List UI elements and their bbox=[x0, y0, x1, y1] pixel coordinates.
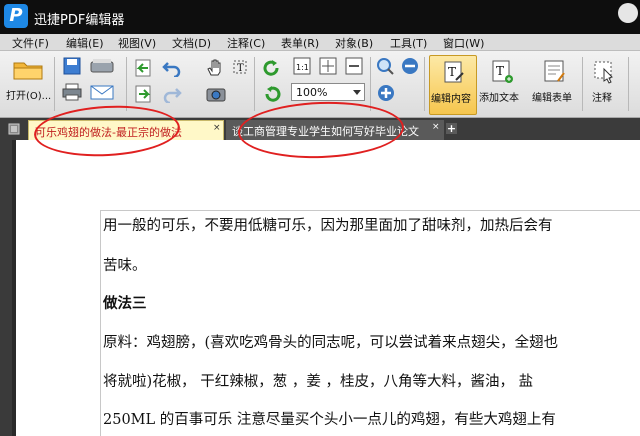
title-bar: P 迅捷PDF编辑器 bbox=[0, 0, 640, 34]
rotate-clockwise-icon[interactable] bbox=[262, 59, 282, 77]
menu-document[interactable]: 文档(D) bbox=[172, 35, 211, 51]
pdf-page[interactable] bbox=[12, 140, 640, 436]
menu-form[interactable]: 表单(R) bbox=[281, 35, 319, 51]
scanner-icon[interactable] bbox=[90, 57, 114, 75]
svg-text:1:1: 1:1 bbox=[296, 63, 309, 72]
chevron-down-icon[interactable] bbox=[353, 90, 361, 95]
edit-content-button[interactable]: T 编辑内容 bbox=[429, 55, 477, 115]
text-block-border bbox=[100, 210, 101, 436]
actual-size-icon[interactable]: 1:1 bbox=[292, 57, 312, 75]
menu-window[interactable]: 窗口(W) bbox=[443, 35, 484, 51]
svg-text:T: T bbox=[237, 63, 244, 74]
fit-width-icon[interactable] bbox=[344, 57, 364, 75]
window-title: 迅捷PDF编辑器 bbox=[34, 13, 125, 28]
edit-form-label[interactable]: 编辑表单 bbox=[532, 89, 572, 104]
close-icon[interactable]: × bbox=[432, 122, 440, 132]
undo-icon[interactable] bbox=[162, 59, 182, 77]
zoom-in-icon[interactable] bbox=[376, 84, 396, 102]
add-text-icon[interactable]: T bbox=[490, 59, 514, 85]
menu-object[interactable]: 对象(B) bbox=[335, 35, 373, 51]
svg-text:T: T bbox=[448, 65, 456, 79]
next-page-icon[interactable] bbox=[134, 85, 154, 103]
text-line[interactable]: 苦味。 bbox=[103, 254, 147, 275]
text-line[interactable]: 将就啦)花椒， 干红辣椒，葱 ，姜 ，桂皮，八角等大料，酱油， 盐 bbox=[103, 370, 533, 391]
edit-form-icon[interactable] bbox=[542, 59, 566, 85]
open-folder-icon[interactable] bbox=[12, 57, 44, 81]
redo-icon[interactable] bbox=[162, 85, 182, 103]
menu-file[interactable]: 文件(F) bbox=[12, 35, 49, 51]
tab-list-icon[interactable] bbox=[8, 123, 20, 135]
menu-view[interactable]: 视图(V) bbox=[118, 35, 156, 51]
section-heading[interactable]: 做法三 bbox=[103, 292, 147, 313]
text-block-border bbox=[100, 210, 640, 211]
annotate-label[interactable]: 注释 bbox=[592, 89, 612, 104]
print-icon[interactable] bbox=[62, 83, 82, 101]
save-icon[interactable] bbox=[62, 57, 82, 75]
zoom-in-magnifier-icon[interactable] bbox=[376, 57, 396, 75]
select-text-icon[interactable]: T bbox=[232, 59, 252, 77]
edit-content-icon: T bbox=[444, 61, 464, 83]
hand-tool-icon[interactable] bbox=[206, 59, 226, 77]
zoom-select[interactable]: 100% bbox=[291, 83, 365, 101]
email-icon[interactable] bbox=[90, 83, 114, 101]
text-line[interactable]: 250ML 的百事可乐 注意尽量买个头小一点儿的鸡翅，有些大鸡翅上有 bbox=[103, 408, 556, 429]
open-button-label[interactable]: 打开(O)... bbox=[6, 87, 51, 102]
svg-text:T: T bbox=[496, 64, 504, 78]
edit-content-label: 编辑内容 bbox=[431, 94, 471, 105]
menu-bar: 文件(F) 编辑(E) 视图(V) 文档(D) 注释(C) 表单(R) 对象(B… bbox=[0, 34, 640, 51]
text-line[interactable]: 原料：鸡翅膀，(喜欢吃鸡骨头的同志呢，可以尝试着来点翅尖，全翅也 bbox=[103, 331, 558, 352]
rotate-counterclockwise-icon[interactable] bbox=[262, 85, 282, 103]
zoom-out-icon[interactable] bbox=[400, 57, 420, 75]
previous-page-icon[interactable] bbox=[134, 59, 154, 77]
fit-page-icon[interactable] bbox=[318, 57, 338, 75]
snapshot-camera-icon[interactable] bbox=[206, 85, 226, 103]
menu-comment[interactable]: 注释(C) bbox=[227, 35, 265, 51]
close-icon[interactable]: × bbox=[213, 123, 221, 133]
zoom-value: 100% bbox=[296, 86, 328, 99]
window-control-button[interactable] bbox=[618, 3, 638, 23]
annotate-icon[interactable] bbox=[592, 59, 616, 85]
menu-edit[interactable]: 编辑(E) bbox=[66, 35, 104, 51]
add-text-label[interactable]: 添加文本 bbox=[479, 89, 519, 104]
new-tab-button[interactable]: + bbox=[446, 123, 457, 134]
text-line[interactable]: 用一般的可乐，不要用低糖可乐，因为那里面加了甜味剂，加热后会有 bbox=[103, 214, 553, 235]
app-logo-icon: P bbox=[4, 4, 28, 28]
menu-tools[interactable]: 工具(T) bbox=[390, 35, 427, 51]
